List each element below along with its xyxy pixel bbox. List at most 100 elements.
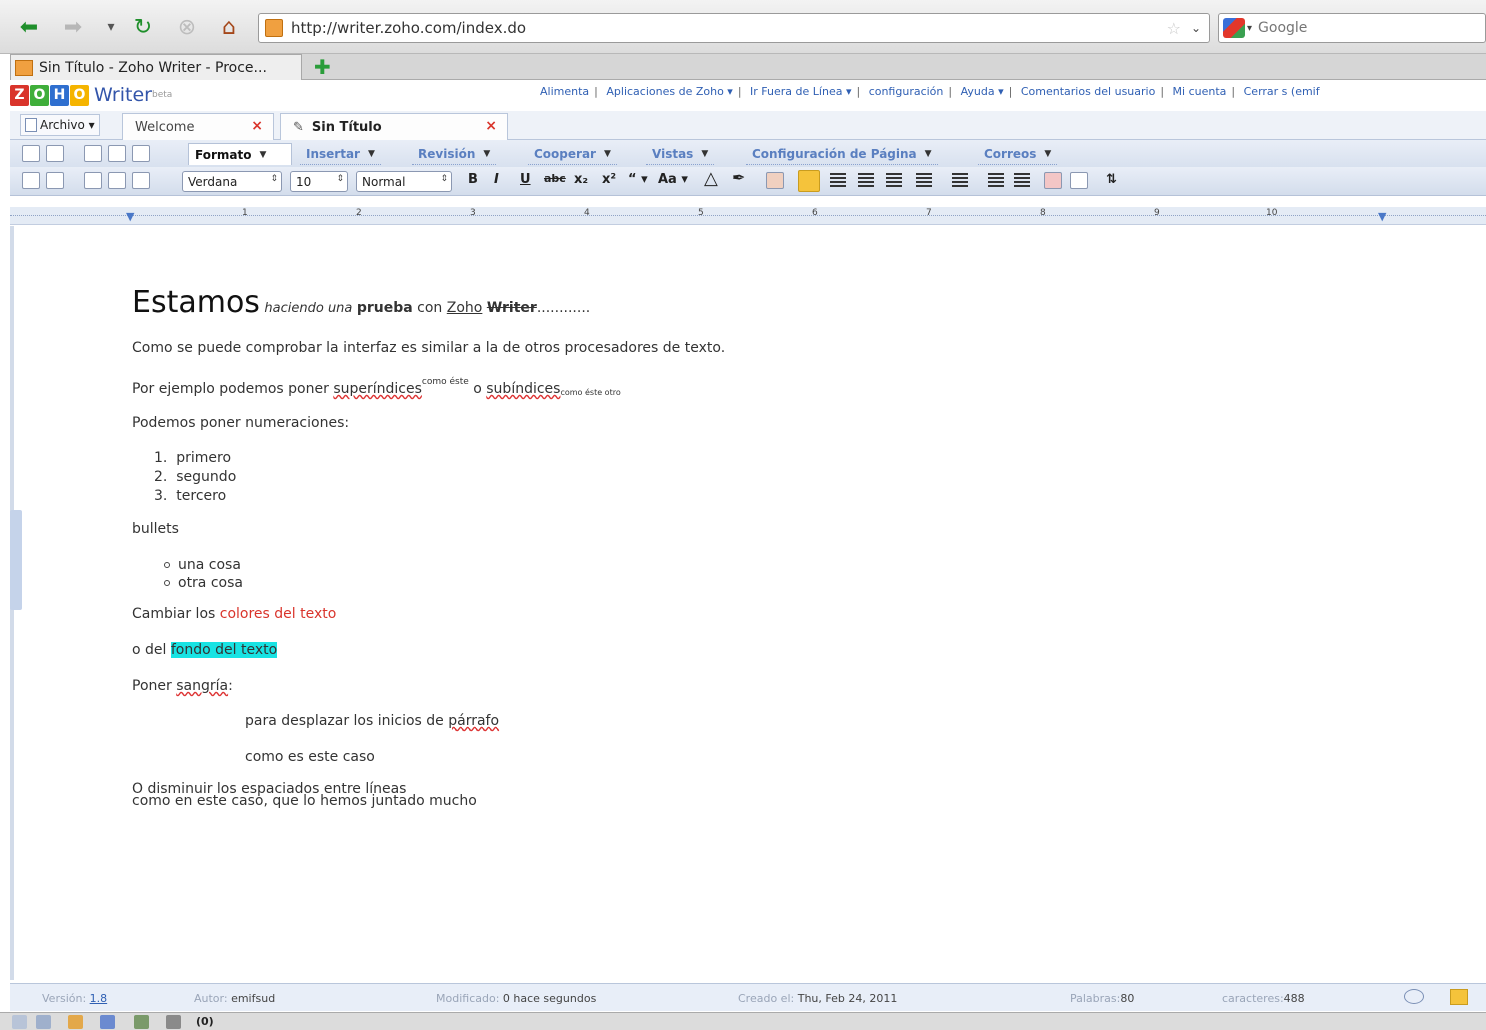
chat-icon[interactable]: [1404, 989, 1424, 1004]
link-comentarios[interactable]: Comentarios del usuario: [1021, 85, 1155, 98]
link-fuera-de-linea[interactable]: Ir Fuera de Línea ▾: [750, 85, 851, 98]
home-icon[interactable]: ⌂: [214, 12, 244, 42]
stop-icon[interactable]: ⊗: [172, 12, 202, 42]
search-engine-icon[interactable]: [1223, 18, 1245, 38]
status-author: Autor: emifsud: [194, 992, 275, 1005]
align-justify-icon[interactable]: [886, 173, 902, 187]
link-aplicaciones[interactable]: Aplicaciones de Zoho ▾: [606, 85, 732, 98]
ruler[interactable]: ▼ 1 2 3 4 5 6 7 8 9 10 ▼: [10, 207, 1486, 225]
superscript-icon[interactable]: x²: [602, 172, 616, 187]
link-cerrar-sesion[interactable]: Cerrar s (emif: [1244, 85, 1320, 98]
addon-icon[interactable]: [36, 1015, 51, 1029]
forward-arrow-icon[interactable]: ➡: [58, 12, 88, 42]
left-indent-marker-icon[interactable]: ▼: [126, 210, 134, 223]
paragraph-text: :: [228, 678, 233, 694]
close-icon[interactable]: ×: [251, 118, 263, 134]
ruler-number: 2: [356, 208, 362, 218]
print-icon[interactable]: [84, 145, 102, 162]
reload-icon[interactable]: ↻: [128, 12, 158, 42]
tab-welcome[interactable]: Welcome ×: [122, 113, 274, 140]
link-alimenta[interactable]: Alimenta: [540, 85, 589, 98]
font-size-select[interactable]: 10 ⇕: [290, 171, 348, 192]
new-tab-plus-icon[interactable]: ✚: [314, 55, 331, 79]
right-indent-marker-icon[interactable]: ▼: [1378, 210, 1386, 223]
sidebar-toggle-handle[interactable]: [10, 510, 22, 610]
list-item: una cosa: [164, 557, 241, 573]
zoho-logo[interactable]: Z O H O Writer beta: [10, 84, 172, 106]
menu-revision[interactable]: Revisión ▼: [412, 143, 497, 165]
numbered-list-icon[interactable]: [916, 173, 932, 187]
close-icon[interactable]: ×: [485, 118, 497, 134]
menu-configuracion-pagina[interactable]: Configuración de Página ▼: [746, 143, 938, 165]
menu-correos[interactable]: Correos ▼: [978, 143, 1058, 165]
indent-icon[interactable]: [1014, 173, 1030, 187]
highlight-color-icon[interactable]: ✒: [732, 168, 745, 187]
alert-icon[interactable]: [68, 1015, 83, 1029]
menu-formato[interactable]: Formato ▼: [188, 143, 292, 165]
browser-tab[interactable]: Sin Título - Zoho Writer - Proce...: [10, 54, 302, 80]
underline-icon[interactable]: U: [520, 172, 531, 187]
subscript-icon[interactable]: x₂: [574, 172, 588, 187]
redo-icon[interactable]: [46, 172, 64, 189]
font-family-select[interactable]: Verdana ⇕: [182, 171, 282, 192]
bookmark-star-icon[interactable]: ☆: [1167, 19, 1181, 38]
url-dropdown-icon[interactable]: ⌄: [1191, 21, 1201, 35]
paint-format-icon[interactable]: [766, 172, 784, 189]
menu-insertar[interactable]: Insertar ▼: [300, 143, 381, 165]
quote-icon[interactable]: “ ▾: [628, 172, 648, 187]
menu-revision-label: Revisión: [418, 146, 476, 161]
share-icon[interactable]: [108, 145, 126, 162]
back-arrow-icon[interactable]: ⬅: [14, 12, 44, 42]
save-as-icon[interactable]: [46, 145, 64, 162]
heading-text: haciendo una: [264, 301, 353, 316]
cut-icon[interactable]: [84, 172, 102, 189]
feedback-icon[interactable]: [1450, 989, 1468, 1005]
history-dropdown-icon[interactable]: ▾: [96, 12, 126, 42]
link-mi-cuenta[interactable]: Mi cuenta: [1173, 85, 1227, 98]
url-bar[interactable]: http://writer.zoho.com/index.do ☆ ⌄: [258, 13, 1210, 43]
font-case-dropdown[interactable]: Aa ▾: [658, 172, 688, 187]
status-value: Thu, Feb 24, 2011: [797, 992, 898, 1005]
misspelled-word: superíndices: [333, 381, 422, 397]
archivo-menu[interactable]: Archivo ▾: [20, 114, 100, 136]
paragraph-text: o: [473, 381, 482, 397]
line-spacing-icon[interactable]: ⇅: [1106, 172, 1117, 187]
addon-icon[interactable]: [12, 1015, 27, 1029]
search-box[interactable]: ▾: [1218, 13, 1486, 43]
users-icon[interactable]: [134, 1015, 149, 1029]
undo-icon[interactable]: [22, 172, 40, 189]
bold-icon[interactable]: B: [468, 172, 478, 187]
heading-big-word: Estamos: [132, 285, 260, 320]
version-link[interactable]: 1.8: [90, 992, 108, 1005]
search-input[interactable]: [1258, 20, 1459, 36]
menu-cooperar[interactable]: Cooperar ▼: [528, 143, 617, 165]
user-icon[interactable]: [166, 1015, 181, 1029]
status-label: Creado el:: [738, 992, 795, 1005]
align-right-icon[interactable]: [858, 173, 874, 187]
paste-icon[interactable]: [132, 172, 150, 189]
link-configuracion[interactable]: configuración: [869, 85, 944, 98]
align-left-icon[interactable]: [798, 170, 820, 192]
text-color-icon[interactable]: △: [704, 168, 718, 189]
url-text[interactable]: http://writer.zoho.com/index.do: [291, 19, 1167, 37]
list-item: 3. tercero: [154, 488, 227, 504]
align-center-icon[interactable]: [830, 173, 846, 187]
clear-format-icon[interactable]: [1044, 172, 1062, 189]
menu-vistas[interactable]: Vistas ▼: [646, 143, 715, 165]
copy-icon[interactable]: [108, 172, 126, 189]
insert-table-icon[interactable]: [1070, 172, 1088, 189]
italic-icon[interactable]: I: [494, 172, 499, 187]
status-value: 80: [1120, 992, 1135, 1005]
save-icon[interactable]: [22, 145, 40, 162]
outdent-icon[interactable]: [988, 173, 1004, 187]
strikethrough-icon[interactable]: abc: [544, 172, 566, 185]
link-ayuda[interactable]: Ayuda ▾: [961, 85, 1004, 98]
chevron-down-icon[interactable]: ▾: [1247, 23, 1252, 34]
export-icon[interactable]: [132, 145, 150, 162]
status-value: 0 hace segundos: [502, 992, 597, 1005]
beta-label: beta: [151, 90, 173, 100]
tab-sin-titulo[interactable]: ✎ Sin Título ×: [280, 113, 508, 140]
addon-icon[interactable]: [100, 1015, 115, 1029]
bulleted-list-icon[interactable]: [952, 173, 968, 187]
paragraph-style-select[interactable]: Normal ⇕: [356, 171, 452, 192]
